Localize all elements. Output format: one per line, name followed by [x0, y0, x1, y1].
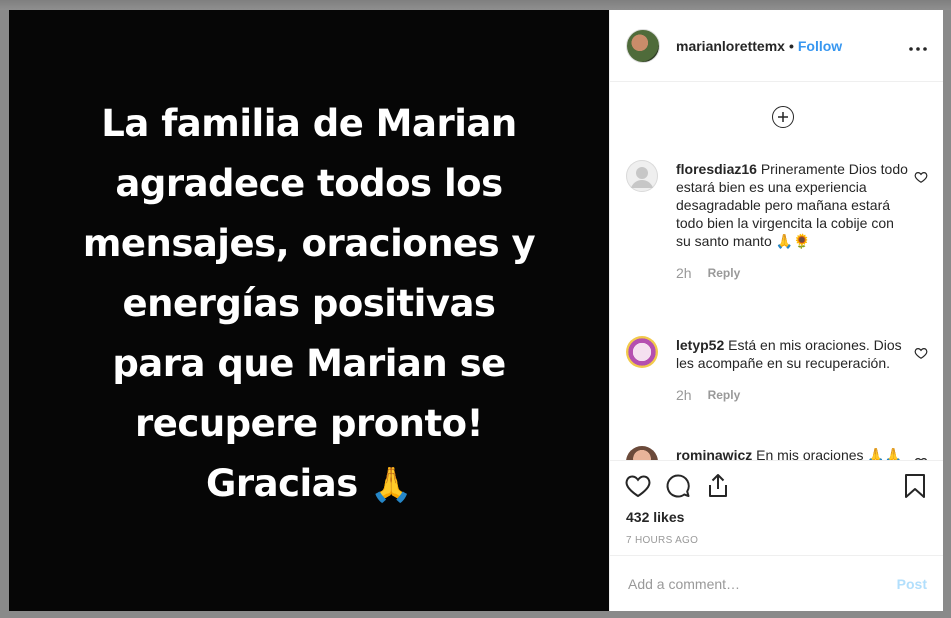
comment-item: letyp52 Está en mis oraciones. Dios les …: [626, 336, 928, 404]
post-button[interactable]: Post: [897, 576, 927, 592]
heart-icon[interactable]: [914, 170, 928, 184]
comment-meta: 2h Reply: [676, 264, 908, 282]
more-icon[interactable]: [909, 35, 927, 56]
comment-time[interactable]: 2h: [676, 264, 692, 282]
comment-time[interactable]: 2h: [676, 386, 692, 404]
comment-body: rominawicz En mis oraciones 🙏🙏: [676, 446, 908, 460]
comment-item: floresdiaz16 Prineramente Dios todo esta…: [626, 160, 928, 282]
action-bar: [624, 471, 929, 501]
post-sidebar: marianlorettemx • Follow floresdiaz16 Pr…: [609, 10, 943, 611]
reply-button[interactable]: Reply: [708, 264, 741, 282]
share-icon[interactable]: [704, 472, 732, 500]
post-image-text: La familia de Marian agradece todos los …: [29, 94, 589, 515]
image-text-gracias: Gracias: [206, 462, 358, 505]
heart-icon[interactable]: [624, 472, 652, 500]
avatar[interactable]: [626, 336, 658, 368]
likes-count[interactable]: 432 likes: [626, 509, 684, 525]
image-text-line: para que Marian se: [112, 342, 506, 385]
post-author-username[interactable]: marianlorettemx: [676, 38, 785, 54]
image-text-line: mensajes, oraciones y: [82, 222, 536, 265]
avatar[interactable]: [626, 28, 660, 63]
comment-icon[interactable]: [664, 472, 692, 500]
image-text-line: energías positivas: [122, 282, 496, 325]
add-comment-bar: Post: [610, 555, 943, 611]
comments-list[interactable]: floresdiaz16 Prineramente Dios todo esta…: [610, 82, 943, 460]
avatar[interactable]: [626, 446, 658, 460]
image-text-line-last: Gracias 🙏: [29, 454, 589, 515]
comment-body: letyp52 Está en mis oraciones. Dios les …: [676, 336, 908, 404]
comment-username[interactable]: floresdiaz16: [676, 161, 757, 177]
post-header: marianlorettemx • Follow: [610, 10, 943, 82]
comment-username[interactable]: rominawicz: [676, 447, 752, 460]
comment-body: floresdiaz16 Prineramente Dios todo esta…: [676, 160, 908, 282]
comment-item: rominawicz En mis oraciones 🙏🙏: [626, 446, 928, 460]
post-image[interactable]: La familia de Marian agradece todos los …: [9, 10, 609, 611]
reply-button[interactable]: Reply: [708, 386, 741, 404]
post-modal: La familia de Marian agradece todos los …: [9, 10, 943, 611]
post-actions-area: 432 likes 7 HOURS AGO: [610, 460, 943, 555]
comment-input[interactable]: [626, 574, 897, 593]
comment-meta: 2h Reply: [676, 386, 908, 404]
image-text-line: agradece todos los: [115, 162, 503, 205]
follow-button[interactable]: Follow: [798, 38, 842, 54]
comment-text: En mis oraciones 🙏🙏: [756, 447, 903, 460]
add-circle-icon[interactable]: [772, 106, 794, 128]
heart-icon[interactable]: [914, 346, 928, 360]
page-backdrop: [0, 0, 951, 10]
image-text-line: La familia de Marian: [101, 102, 517, 145]
post-timestamp[interactable]: 7 HOURS AGO: [626, 535, 698, 546]
praying-hands-icon: 🙏: [370, 465, 412, 505]
bookmark-icon[interactable]: [901, 472, 929, 500]
comment-username[interactable]: letyp52: [676, 337, 724, 353]
avatar[interactable]: [626, 160, 658, 192]
image-text-line: recupere pronto!: [135, 402, 483, 445]
header-separator: •: [788, 37, 794, 54]
